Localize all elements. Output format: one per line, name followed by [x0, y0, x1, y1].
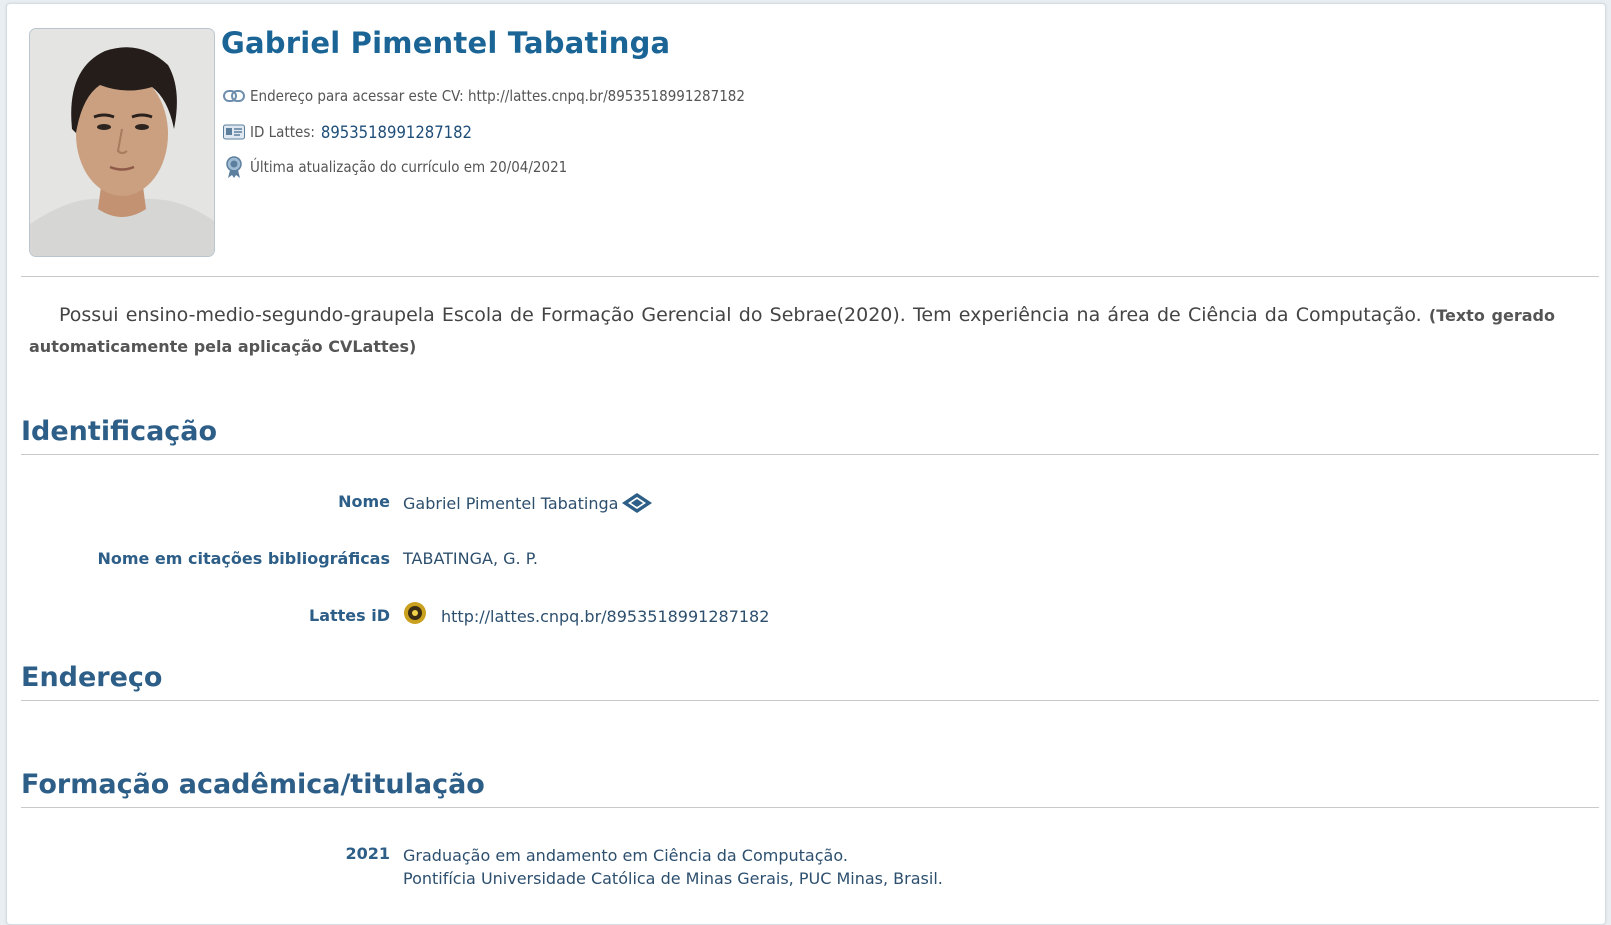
section-formacao-title: Formação acadêmica/titulação	[21, 769, 485, 800]
section-identificacao-title: Identificação	[21, 416, 218, 447]
id-card-icon	[222, 121, 246, 143]
cv-address-text[interactable]: Endereço para acessar este CV: http://la…	[250, 87, 745, 105]
profile-photo	[29, 28, 215, 257]
lattes-id-icon	[403, 601, 427, 625]
lattes-id-link[interactable]: http://lattes.cnpq.br/8953518991287182	[441, 607, 769, 626]
section-divider	[21, 807, 1599, 808]
lattes-id-label: ID Lattes:	[250, 123, 315, 141]
cv-address-line: Endereço para acessar este CV: http://la…	[222, 85, 745, 107]
lattes-id-row-label: Lattes iD	[309, 606, 390, 625]
last-update-line: Última atualização do currículo em 20/04…	[222, 156, 567, 178]
header-divider	[21, 276, 1599, 277]
nome-value-row: Gabriel Pimentel Tabatinga	[403, 491, 654, 515]
lattes-id-row: http://lattes.cnpq.br/8953518991287182	[403, 599, 769, 626]
section-divider	[21, 700, 1599, 701]
section-endereco-title: Endereço	[21, 662, 163, 693]
formacao-institution: Pontifícia Universidade Católica de Mina…	[403, 869, 943, 888]
summary-paragraph: Possui ensino-medio-segundo-graupela Esc…	[29, 300, 1555, 362]
last-update-text: Última atualização do currículo em 20/04…	[250, 158, 568, 176]
citacoes-value: TABATINGA, G. P.	[403, 549, 538, 568]
receita-federal-icon[interactable]	[620, 491, 654, 515]
award-icon	[222, 156, 246, 178]
cv-page: Gabriel Pimentel Tabatinga Endereço para…	[6, 3, 1606, 925]
lattes-id-value: 8953518991287182	[320, 122, 472, 142]
formacao-item: Graduação em andamento em Ciência da Com…	[403, 844, 943, 890]
summary-text: Possui ensino-medio-segundo-graupela Esc…	[59, 304, 1422, 326]
section-divider	[21, 454, 1599, 455]
link-icon	[222, 85, 246, 107]
citacoes-label: Nome em citações bibliográficas	[97, 549, 390, 568]
page-title: Gabriel Pimentel Tabatinga	[221, 26, 671, 60]
formacao-degree: Graduação em andamento em Ciência da Com…	[403, 846, 848, 865]
lattes-id-line: ID Lattes: 8953518991287182	[222, 121, 472, 143]
formacao-year: 2021	[345, 844, 390, 863]
nome-label: Nome	[338, 492, 390, 511]
nome-value: Gabriel Pimentel Tabatinga	[403, 493, 619, 513]
